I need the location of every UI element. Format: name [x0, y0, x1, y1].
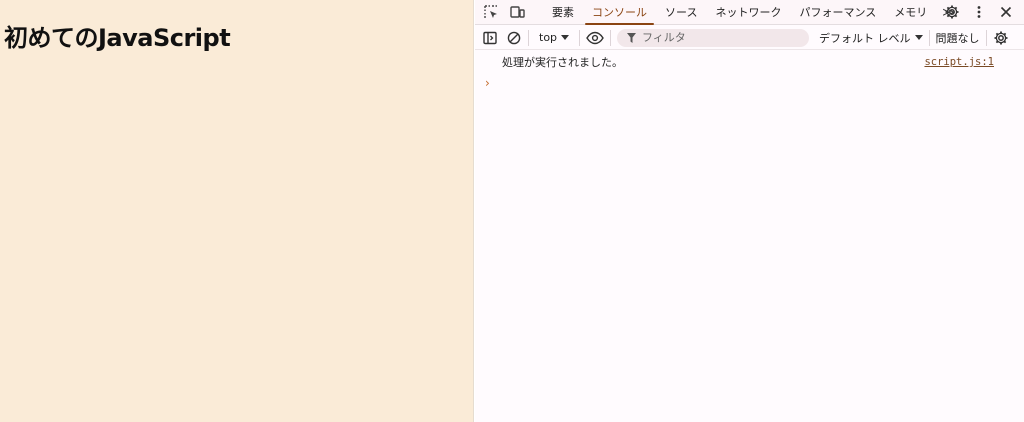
console-input-caret: [498, 77, 499, 90]
issues-counter[interactable]: 問題なし: [936, 30, 980, 46]
context-selector[interactable]: top: [535, 31, 573, 44]
live-expression-eye-icon[interactable]: [586, 31, 604, 45]
console-toolbar: top デフォルト レベル 問題なし: [475, 26, 1024, 50]
console-message-text: 処理が実行されました。: [502, 56, 623, 69]
console-message-source-link[interactable]: script.js:1: [924, 56, 994, 68]
log-levels-dropdown[interactable]: デフォルト レベル: [819, 30, 923, 46]
tab-memory[interactable]: メモリ: [885, 0, 936, 25]
page-heading: 初めてのJavaScript: [4, 24, 231, 52]
inspect-element-icon[interactable]: [481, 2, 501, 22]
console-settings-gear-icon[interactable]: [993, 30, 1009, 46]
tab-console[interactable]: コンソール: [583, 0, 656, 25]
toolbar-divider: [928, 29, 930, 46]
dropdown-arrow-icon: [914, 34, 923, 40]
clear-console-icon[interactable]: [506, 30, 522, 46]
devtools-tabbar: 要素 コンソール ソース ネットワーク パフォーマンス メモリ ≫: [475, 0, 1024, 25]
filter-funnel-icon: [627, 32, 637, 43]
dropdown-arrow-icon: [561, 34, 570, 40]
log-levels-label: デフォルト レベル: [819, 31, 911, 45]
console-message: 処理が実行されました。 script.js:1: [475, 51, 1024, 73]
context-selector-label: top: [539, 31, 558, 44]
page-viewport: 初めてのJavaScript: [0, 0, 474, 422]
console-prompt[interactable]: ›: [475, 73, 1024, 93]
sidebar-toggle-icon[interactable]: [482, 30, 498, 46]
filter-box[interactable]: [617, 28, 810, 47]
close-icon[interactable]: [996, 2, 1016, 22]
prompt-chevron-icon: ›: [485, 76, 490, 90]
more-options-icon[interactable]: [969, 2, 989, 22]
tab-sources[interactable]: ソース: [656, 0, 706, 25]
toolbar-divider: [610, 29, 612, 46]
devtools-panel: 要素 コンソール ソース ネットワーク パフォーマンス メモリ ≫ top フィ…: [475, 0, 1024, 422]
filter-input[interactable]: [642, 31, 793, 44]
settings-gear-icon[interactable]: [942, 2, 962, 22]
toolbar-divider: [579, 29, 581, 46]
device-toolbar-icon[interactable]: [507, 2, 527, 22]
tab-network[interactable]: ネットワーク: [706, 0, 790, 25]
toolbar-divider: [985, 29, 987, 46]
tab-elements[interactable]: 要素: [543, 0, 583, 25]
tab-performance[interactable]: パフォーマンス: [790, 0, 885, 25]
toolbar-divider: [528, 29, 529, 46]
console-output: 処理が実行されました。 script.js:1 ›: [475, 51, 1024, 93]
devtools-tabs: 要素 コンソール ソース ネットワーク パフォーマンス メモリ ≫: [543, 0, 961, 25]
